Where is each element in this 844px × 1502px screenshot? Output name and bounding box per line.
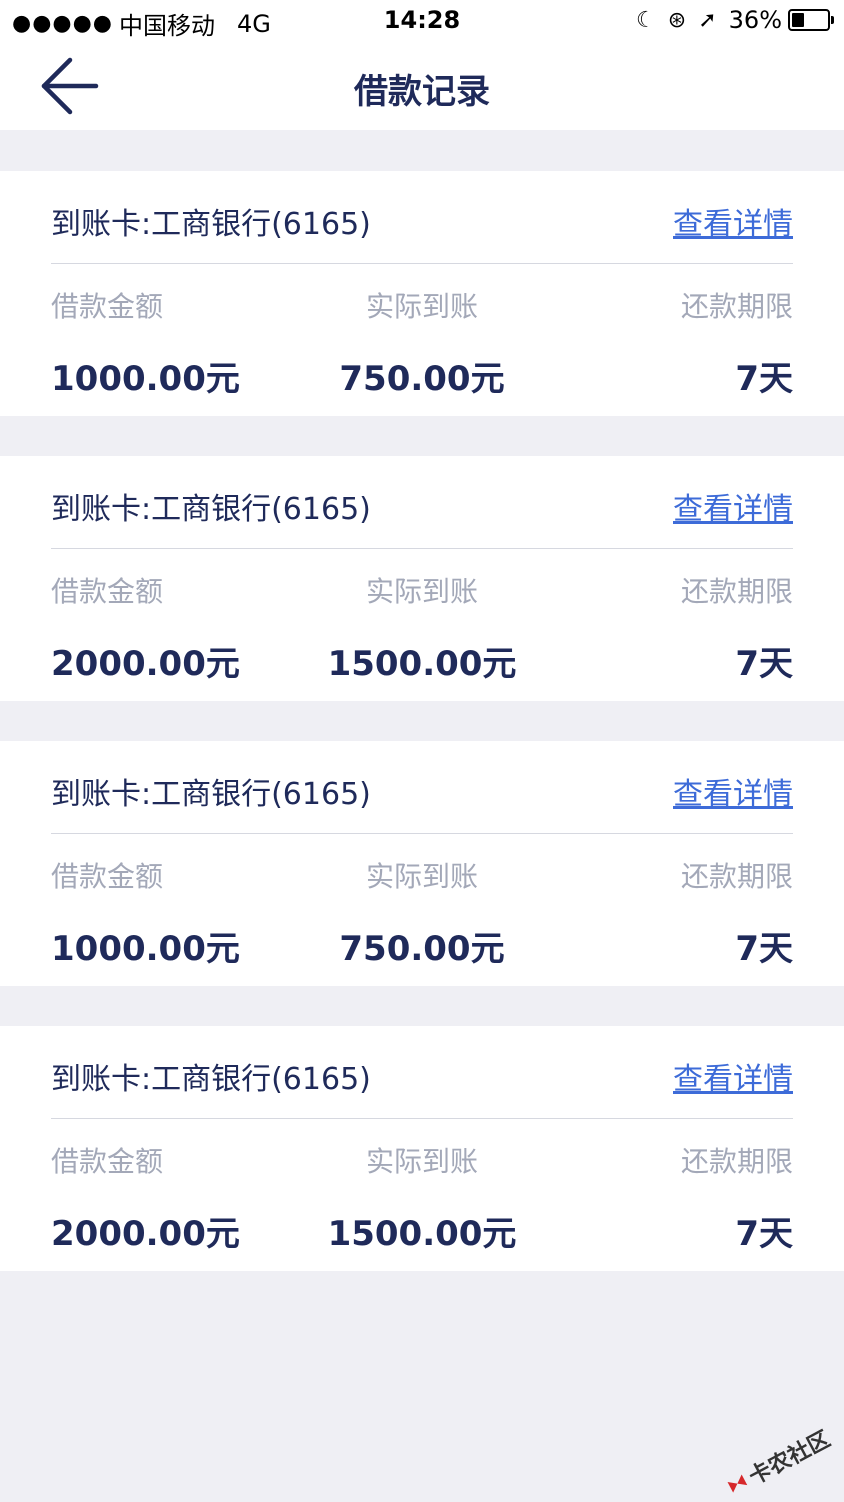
status-bar-right: ☾ ⊛ ➚ 36% bbox=[636, 6, 834, 34]
card-header: 到账卡:工商银行(6165) 查看详情 bbox=[51, 171, 793, 264]
battery-fill bbox=[792, 13, 804, 27]
view-details-link[interactable]: 查看详情 bbox=[673, 769, 793, 813]
actual-received-value: 750.00元 bbox=[339, 929, 505, 969]
repayment-term-label: 还款期限 bbox=[680, 1145, 793, 1178]
view-details-link[interactable]: 查看详情 bbox=[673, 1054, 793, 1098]
card-header: 到账卡:工商银行(6165) 查看详情 bbox=[51, 741, 793, 834]
watermark: 卡农社区 bbox=[721, 1422, 835, 1502]
loan-record-card: 到账卡:工商银行(6165) 查看详情 借款金额 实际到账 还款期限 1000.… bbox=[0, 741, 844, 986]
repayment-term-value: 7天 bbox=[735, 359, 793, 399]
loan-amount-label: 借款金额 bbox=[51, 860, 164, 893]
card-header: 到账卡:工商银行(6165) 查看详情 bbox=[51, 456, 793, 549]
loan-amount-value: 1000.00元 bbox=[51, 929, 240, 969]
loan-record-card: 到账卡:工商银行(6165) 查看详情 借款金额 实际到账 还款期限 2000.… bbox=[0, 1026, 844, 1271]
location-arrow-icon: ➚ bbox=[698, 7, 717, 33]
watermark-text: 卡农社区 bbox=[745, 1426, 835, 1491]
actual-received-value: 1500.00元 bbox=[327, 1214, 517, 1254]
actual-received-value: 1500.00元 bbox=[327, 644, 517, 684]
view-details-link[interactable]: 查看详情 bbox=[673, 484, 793, 528]
loan-record-card: 到账卡:工商银行(6165) 查看详情 借款金额 实际到账 还款期限 2000.… bbox=[0, 456, 844, 701]
loan-amount-label: 借款金额 bbox=[51, 1145, 164, 1178]
repayment-term-value: 7天 bbox=[735, 1214, 793, 1254]
repayment-term-label: 还款期限 bbox=[680, 860, 793, 893]
repayment-term-value: 7天 bbox=[735, 644, 793, 684]
repayment-term-label: 还款期限 bbox=[680, 575, 793, 608]
card-account-label: 到账卡:工商银行(6165) bbox=[51, 1062, 371, 1097]
loan-amount-value: 1000.00元 bbox=[51, 359, 240, 399]
status-bar: ●●●●● 中国移动 4G 14:28 ☾ ⊛ ➚ 36% bbox=[0, 0, 844, 44]
loan-amount-label: 借款金额 bbox=[51, 290, 164, 323]
actual-received-value: 750.00元 bbox=[339, 359, 505, 399]
page-title: 借款记录 bbox=[354, 72, 490, 112]
card-account-label: 到账卡:工商银行(6165) bbox=[51, 492, 371, 527]
loan-amount-value: 2000.00元 bbox=[51, 644, 240, 684]
card-account-label: 到账卡:工商银行(6165) bbox=[51, 207, 371, 242]
nav-bar: 借款记录 bbox=[0, 44, 844, 130]
loan-record-card: 到账卡:工商银行(6165) 查看详情 借款金额 实际到账 还款期限 1000.… bbox=[0, 171, 844, 416]
actual-received-label: 实际到账 bbox=[365, 1145, 478, 1178]
actual-received-label: 实际到账 bbox=[365, 575, 478, 608]
battery-percent: 36% bbox=[728, 6, 782, 34]
loan-amount-value: 2000.00元 bbox=[51, 1214, 240, 1254]
repayment-term-value: 7天 bbox=[735, 929, 793, 969]
actual-received-label: 实际到账 bbox=[365, 290, 478, 323]
card-account-label: 到账卡:工商银行(6165) bbox=[51, 777, 371, 812]
moon-icon: ☾ bbox=[636, 7, 656, 33]
repayment-term-label: 还款期限 bbox=[680, 290, 793, 323]
loan-amount-label: 借款金额 bbox=[51, 575, 164, 608]
watermark-logo-icon bbox=[727, 1474, 748, 1493]
battery-icon bbox=[788, 9, 834, 31]
actual-received-label: 实际到账 bbox=[365, 860, 478, 893]
rotation-lock-icon: ⊛ bbox=[667, 7, 687, 33]
card-header: 到账卡:工商银行(6165) 查看详情 bbox=[51, 1026, 793, 1119]
view-details-link[interactable]: 查看详情 bbox=[673, 199, 793, 243]
